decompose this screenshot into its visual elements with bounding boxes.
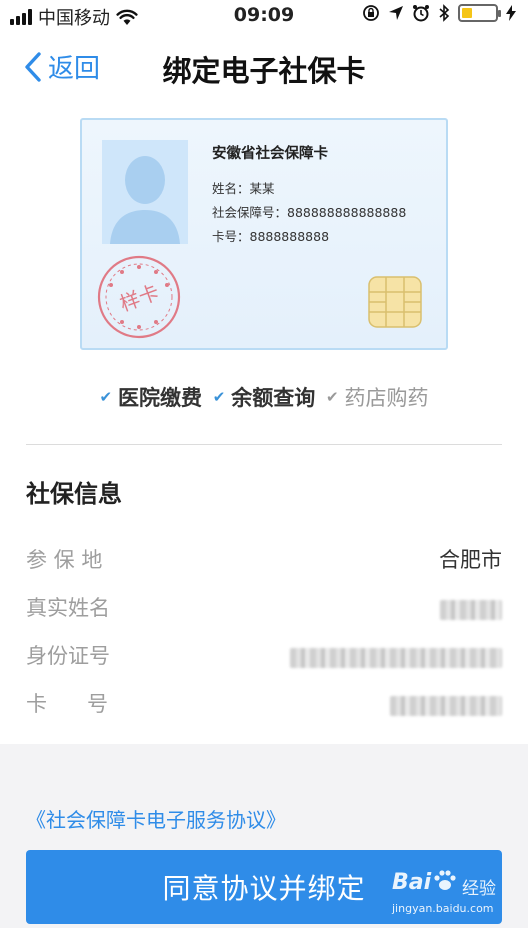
page-title: 绑定电子社保卡: [162, 54, 366, 88]
paw-icon: [434, 870, 456, 890]
redacted-value: [390, 696, 502, 716]
avatar-placeholder: [102, 140, 188, 244]
info-key: 真实姓名: [26, 596, 110, 620]
info-row-real-name: 真实姓名: [26, 586, 502, 626]
feature-label: 医院缴费: [118, 386, 203, 410]
feature-label: 药店购药: [344, 386, 429, 410]
chip-icon: [368, 276, 422, 328]
feature-hospital-payment: ✔ 医院缴费: [99, 382, 202, 412]
status-right: [362, 4, 516, 22]
feature-balance-query: ✔ 余额查询: [213, 382, 316, 412]
check-icon: ✔: [325, 388, 339, 406]
status-bar: 中国移动 09:09: [0, 0, 528, 32]
info-row-region: 参 保 地 合肥市: [26, 538, 502, 578]
redacted-value: [440, 600, 502, 620]
person-silhouette-icon: [110, 156, 180, 244]
sample-stamp-icon: 样卡: [97, 255, 181, 339]
nav-bar: 返回 绑定电子社保卡: [0, 32, 528, 104]
card-title: 安徽省社会保障卡: [212, 146, 328, 162]
check-icon: ✔: [99, 388, 113, 406]
feature-list: ✔ 医院缴费 ✔ 余额查询 ✔ 药店购药: [0, 382, 528, 412]
battery-icon: [458, 4, 501, 22]
card-number: 卡号：8888888888: [212, 229, 330, 244]
section-title: 社保信息: [26, 480, 122, 508]
info-value: 合肥市: [439, 548, 502, 572]
check-icon: ✔: [212, 388, 226, 406]
watermark-text: 经验: [462, 879, 496, 899]
divider: [26, 444, 502, 445]
social-security-card: 安徽省社会保障卡 姓名：某某 社会保障号：888888888888888 卡号：…: [80, 118, 448, 350]
bluetooth-icon: [439, 4, 450, 22]
info-key: 卡 号: [26, 692, 109, 716]
alarm-icon: [413, 5, 429, 22]
info-row-card-number: 卡 号: [26, 682, 502, 722]
card-ssn: 社会保障号：888888888888888: [212, 205, 407, 220]
watermark-url: jingyan.baidu.com: [392, 902, 494, 915]
social-security-info: 社保信息 参 保 地 合肥市 真实姓名 身份证号 卡 号: [0, 446, 528, 744]
agreement-link[interactable]: 《社会保障卡电子服务协议》: [26, 804, 286, 833]
feature-pharmacy-purchase: ✔ 药店购药: [326, 382, 429, 412]
redacted-value: [290, 648, 502, 668]
charging-icon: [506, 5, 516, 21]
rotation-lock-icon: [363, 5, 379, 21]
card-section: 安徽省社会保障卡 姓名：某某 社会保障号：888888888888888 卡号：…: [0, 104, 528, 446]
info-key: 身份证号: [26, 644, 110, 668]
card-holder-name: 姓名：某某: [212, 181, 275, 196]
watermark-logo: Bai: [392, 870, 432, 895]
stamp-text: 样卡: [116, 280, 162, 316]
feature-label: 余额查询: [231, 386, 316, 410]
info-row-id-number: 身份证号: [26, 634, 502, 674]
location-icon: [389, 6, 403, 20]
watermark: Bai 经验 jingyan.baidu.com: [392, 866, 514, 922]
info-key: 参 保 地: [26, 548, 103, 572]
